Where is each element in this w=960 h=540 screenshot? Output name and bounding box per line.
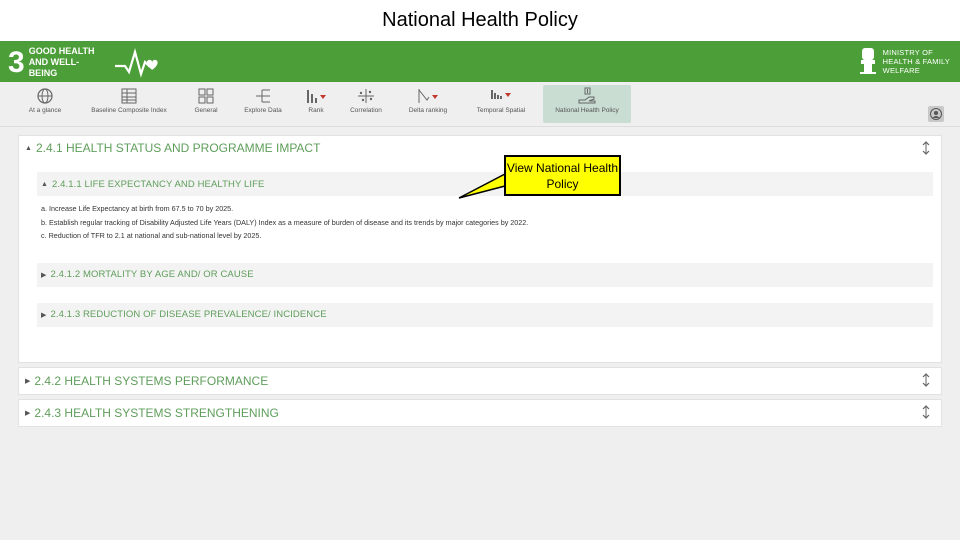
section-title: 2.4.2 HEALTH SYSTEMS PERFORMANCE bbox=[34, 374, 269, 388]
hand-icon bbox=[578, 87, 596, 104]
tool-label: National Health Policy bbox=[555, 107, 619, 114]
app-window: 3 GOOD HEALTH AND WELL-BEING MINISTRY OF… bbox=[0, 41, 960, 540]
slide-title: National Health Policy bbox=[382, 9, 578, 31]
subsection-2-4-1-3[interactable]: ▶ 2.4.1.3 REDUCTION OF DISEASE PREVALENC… bbox=[37, 302, 933, 327]
section-header[interactable]: ▶ 2.4.2 HEALTH SYSTEMS PERFORMANCE bbox=[19, 368, 941, 394]
tool-temporal-spatial[interactable]: Temporal Spatial bbox=[470, 85, 532, 123]
section-2-4-3[interactable]: ▶ 2.4.3 HEALTH SYSTEMS STRENGTHENING bbox=[18, 399, 942, 427]
tool-correlation[interactable]: Correlation bbox=[344, 85, 388, 123]
tool-delta-ranking[interactable]: Delta ranking bbox=[404, 85, 452, 123]
ministry-line: MINISTRY OF bbox=[882, 47, 933, 57]
tool-label: Explore Data bbox=[244, 107, 282, 114]
user-icon bbox=[930, 108, 942, 120]
section-2-4-2[interactable]: ▶ 2.4.2 HEALTH SYSTEMS PERFORMANCE bbox=[18, 367, 942, 395]
policy-line: b. Establish regular tracking of Disabil… bbox=[41, 217, 529, 227]
goal-text: GOOD HEALTH AND WELL-BEING bbox=[28, 46, 95, 78]
user-button[interactable] bbox=[928, 106, 944, 122]
ministry-logo: MINISTRY OF HEALTH & FAMILY WELFARE bbox=[859, 46, 950, 76]
tool-label: Baseline Composite Index bbox=[91, 107, 167, 114]
tree-icon bbox=[256, 89, 270, 103]
expand-collapse-icon[interactable] bbox=[921, 372, 931, 388]
caret-right-icon: ▶ bbox=[41, 271, 47, 279]
subsection-2-4-1-2[interactable]: ▶ 2.4.1.2 MORTALITY BY AGE AND/ OR CAUSE bbox=[37, 262, 933, 287]
globe-icon bbox=[37, 88, 53, 104]
tool-label: At a glance bbox=[28, 107, 62, 114]
policy-line: a. Increase Life Expectancy at birth fro… bbox=[41, 204, 234, 213]
section-title: 2.4.3 HEALTH SYSTEMS STRENGTHENING bbox=[34, 406, 279, 420]
tool-label: Delta ranking bbox=[408, 107, 448, 114]
grid-icon bbox=[198, 88, 214, 104]
caret-down-icon: ▲ bbox=[25, 144, 32, 152]
toolbar: At a glance Baseline Composite Index Gen… bbox=[0, 82, 960, 127]
caret-right-icon: ▶ bbox=[41, 311, 47, 319]
delta-icon bbox=[418, 89, 438, 103]
header-banner: 3 GOOD HEALTH AND WELL-BEING MINISTRY OF… bbox=[0, 42, 960, 82]
scatter-icon bbox=[358, 89, 374, 103]
caret-right-icon: ▶ bbox=[25, 378, 31, 385]
callout-box: View National Health Policy bbox=[504, 155, 621, 196]
expand-collapse-icon[interactable] bbox=[921, 404, 931, 420]
ministry-line: HEALTH & FAMILY bbox=[882, 56, 950, 66]
national-emblem-icon bbox=[859, 48, 876, 74]
bars-icon bbox=[491, 90, 511, 99]
tool-general[interactable]: General bbox=[186, 85, 226, 123]
tool-label: Rank bbox=[308, 107, 324, 114]
section-header[interactable]: ▶ 2.4.3 HEALTH SYSTEMS STRENGTHENING bbox=[19, 400, 941, 426]
caret-down-icon: ▲ bbox=[41, 180, 49, 188]
callout-pointer bbox=[458, 172, 506, 199]
tool-label: Temporal Spatial bbox=[476, 107, 526, 114]
tool-at-a-glance[interactable]: At a glance bbox=[20, 85, 70, 123]
table-icon bbox=[121, 88, 137, 104]
tool-label: General bbox=[194, 107, 218, 114]
subsection-title: 2.4.1.2 MORTALITY BY AGE AND/ OR CAUSE bbox=[50, 269, 254, 280]
sdg-logo: 3 GOOD HEALTH AND WELL-BEING bbox=[8, 46, 167, 79]
caret-right-icon: ▶ bbox=[25, 410, 31, 417]
subsection-title: 2.4.1.1 LIFE EXPECTANCY AND HEALTHY LIFE bbox=[52, 178, 265, 190]
tool-label: Correlation bbox=[350, 107, 382, 114]
section-2-4-1: ▲ 2.4.1 HEALTH STATUS AND PROGRAMME IMPA… bbox=[18, 135, 942, 363]
tool-explore-data[interactable]: Explore Data bbox=[240, 85, 286, 123]
heartbeat-icon bbox=[114, 47, 158, 78]
section-title: 2.4.1 HEALTH STATUS AND PROGRAMME IMPACT bbox=[35, 141, 321, 155]
policy-line: c. Reduction of TFR to 2.1 at national a… bbox=[41, 231, 262, 240]
section-header[interactable]: ▲ 2.4.1 HEALTH STATUS AND PROGRAMME IMPA… bbox=[19, 136, 941, 160]
tool-baseline-composite-index[interactable]: Baseline Composite Index bbox=[82, 85, 176, 123]
tool-national-health-policy[interactable]: National Health Policy bbox=[543, 85, 631, 123]
policy-text: a. Increase Life Expectancy at birth fro… bbox=[41, 202, 941, 243]
goal-number: 3 bbox=[8, 45, 25, 79]
expand-collapse-icon[interactable] bbox=[921, 140, 931, 156]
rank-icon bbox=[307, 90, 326, 103]
ministry-line: WELFARE bbox=[882, 65, 920, 75]
subsection-title: 2.4.1.3 REDUCTION OF DISEASE PREVALENCE/… bbox=[50, 309, 327, 320]
tool-rank[interactable]: Rank bbox=[300, 85, 332, 123]
